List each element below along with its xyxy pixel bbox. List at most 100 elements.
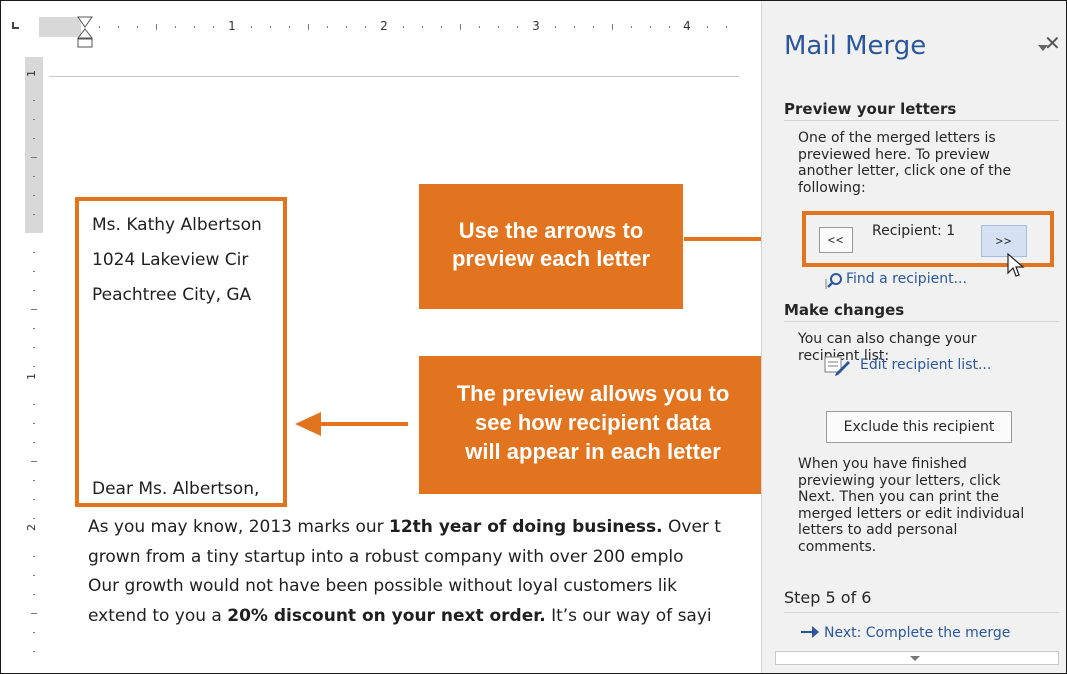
preview-callout: The preview allows you to see how recipi…: [419, 356, 761, 494]
ruler-tick: [574, 26, 575, 28]
ruler-tick: [33, 138, 35, 139]
ruler-number: 1: [228, 19, 236, 33]
ruler-number: 1: [25, 70, 38, 77]
ruler-tick: [33, 119, 35, 120]
mail-merge-screenshot: 1 2 3 4 1 1 2 Ms. Kathy Albertson 1024 L…: [0, 0, 1067, 674]
ruler-tick: [33, 100, 35, 101]
ruler-tick: [33, 575, 35, 576]
ruler-tick: [156, 24, 157, 30]
horizontal-ruler[interactable]: 1 2 3 4: [39, 17, 739, 37]
ruler-tick: [327, 26, 328, 28]
ruler-tick: [33, 252, 35, 253]
page-edge: [49, 76, 739, 77]
indent-marker[interactable]: [77, 11, 93, 49]
body-line: extend to you a 20% discount on your nex…: [88, 605, 712, 626]
ruler-tick: [33, 328, 35, 329]
ruler-tick: [33, 366, 35, 367]
ruler-margin: [39, 17, 81, 37]
ruler-number: 4: [683, 19, 691, 33]
ruler-tick: [175, 26, 176, 28]
ruler-tick: [33, 442, 35, 443]
ruler-tick: [460, 24, 461, 30]
ruler-tick: [33, 404, 35, 405]
vertical-ruler[interactable]: 1 1 2: [25, 57, 43, 673]
ruler-tick: [631, 26, 632, 28]
document-area: 1 2 3 4 1 1 2 Ms. Kathy Albertson 1024 L…: [1, 1, 761, 673]
ruler-tick: [707, 26, 708, 28]
finished-instructions: When you have finished previewing your l…: [798, 456, 1025, 555]
tab-selector[interactable]: [7, 17, 25, 35]
ruler-tick: [669, 26, 670, 28]
ruler-tick: [33, 195, 35, 196]
ruler-tick: [118, 26, 119, 28]
edit-list-icon[interactable]: [824, 354, 850, 376]
ruler-tick: [270, 26, 271, 28]
ruler-tick: [33, 347, 35, 348]
ruler-tick: [33, 632, 35, 633]
ruler-tick: [33, 480, 35, 481]
recipient-street[interactable]: 1024 Lakeview Cir: [92, 250, 248, 270]
mouse-cursor-icon: [1007, 253, 1025, 277]
address-highlight-box: [75, 197, 287, 507]
callout-line: preview each letter: [451, 246, 651, 271]
ruler-tick: [517, 26, 518, 28]
recipient-name[interactable]: Ms. Kathy Albertson: [92, 215, 262, 235]
ruler-tick: [33, 651, 35, 652]
preview-description: One of the merged letters is previewed h…: [798, 130, 1012, 196]
section-heading-changes: Make changes: [784, 301, 905, 319]
ruler-tick: [593, 26, 594, 28]
ruler-tick: [726, 26, 727, 28]
callout-line: will appear in each letter: [465, 439, 721, 464]
ruler-tick: [31, 309, 37, 310]
letter-body[interactable]: As you may know, 2013 marks our 12th yea…: [88, 513, 738, 631]
ruler-margin: [25, 57, 43, 233]
exclude-recipient-button[interactable]: Exclude this recipient: [826, 411, 1012, 443]
recipient-counter: Recipient: 1: [872, 223, 956, 239]
ruler-tick: [33, 499, 35, 500]
pane-scroll-down[interactable]: [775, 651, 1059, 665]
find-recipient-link[interactable]: Find a recipient...: [846, 271, 967, 287]
arrows-callout: Use the arrows to preview each letter: [419, 184, 683, 309]
callout-line: The preview allows you to: [456, 381, 730, 406]
previous-recipient-button[interactable]: <<: [819, 227, 853, 253]
ruler-tick: [422, 26, 423, 28]
ruler-tick: [498, 26, 499, 28]
ruler-tick: [308, 24, 309, 30]
ruler-tick: [346, 26, 347, 28]
ruler-tick: [612, 24, 613, 30]
section-divider: [784, 120, 1059, 121]
ruler-tick: [213, 26, 214, 28]
ruler-tick: [555, 26, 556, 28]
ruler-tick: [365, 26, 366, 28]
ruler-number: 1: [25, 373, 38, 380]
ruler-tick: [33, 518, 35, 519]
body-line: Our growth would not have been possible …: [88, 576, 677, 596]
close-icon[interactable]: ✕: [1044, 31, 1061, 55]
ruler-tick: [31, 461, 37, 462]
ruler-tick: [194, 26, 195, 28]
arrow-right-icon[interactable]: [800, 625, 820, 639]
pane-title: Mail Merge: [784, 31, 927, 61]
section-divider: [784, 612, 1059, 613]
callout-line: Use the arrows to: [458, 218, 644, 243]
ruler-number: 3: [532, 19, 540, 33]
ruler-tick: [31, 157, 37, 158]
ruler-tick: [33, 176, 35, 177]
ruler-tick: [441, 26, 442, 28]
callout-line: see how recipient data: [475, 410, 711, 435]
recipient-city[interactable]: Peachtree City, GA: [92, 285, 251, 305]
ruler-tick: [33, 271, 35, 272]
ruler-number: 2: [380, 19, 388, 33]
next-step-link[interactable]: Next: Complete the merge: [824, 625, 1010, 641]
ruler-number: 2: [25, 524, 38, 531]
ruler-tick: [479, 26, 480, 28]
ruler-tick: [33, 423, 35, 424]
step-indicator: Step 5 of 6: [784, 588, 872, 607]
magnifier-icon[interactable]: [824, 271, 844, 291]
greeting-line[interactable]: Dear Ms. Albertson,: [92, 479, 259, 499]
mail-merge-pane: Mail Merge ✕ Preview your letters One of…: [761, 1, 1066, 673]
edit-recipient-list-link[interactable]: Edit recipient list...: [860, 357, 991, 373]
ruler-tick: [99, 26, 100, 28]
ruler-tick: [251, 26, 252, 28]
ruler-tick: [33, 594, 35, 595]
